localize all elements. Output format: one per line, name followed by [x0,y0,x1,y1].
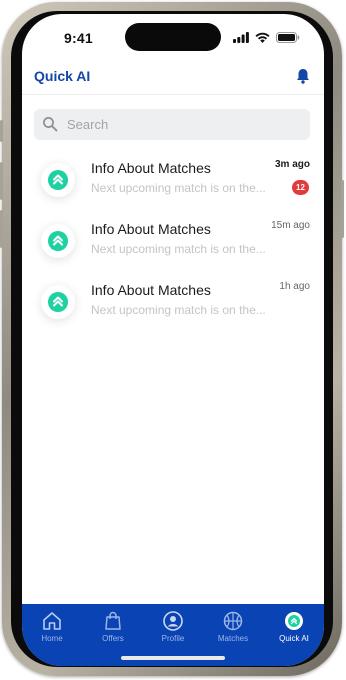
tab-label: Matches [217,634,249,643]
message-list: Info About Matches Next upcoming match i… [22,154,324,337]
volume-up-button [0,162,3,200]
search-icon [43,117,58,132]
message-title: Info About Matches [91,221,211,237]
message-preview: Next upcoming match is on the... [91,242,266,256]
tab-matches[interactable]: Matches [203,610,263,643]
tab-label: Profile [161,634,185,643]
tab-offers[interactable]: Offers [83,610,143,643]
unread-badge: 12 [292,180,309,195]
volume-down-button [0,210,3,248]
tab-profile[interactable]: Profile [143,610,203,643]
action-button [0,120,3,142]
message-time: 3m ago [274,159,310,170]
home-icon [43,612,61,630]
quick-ai-icon [285,612,303,630]
app-header: Quick AI [22,66,324,95]
message-title: Info About Matches [91,160,211,176]
cellular-signal-icon [233,32,249,43]
message-time: 15m ago [271,220,310,231]
tab-label: Home [41,634,63,643]
message-title: Info About Matches [91,282,211,298]
list-item[interactable]: Info About Matches Next upcoming match i… [22,276,324,337]
tab-quick-ai[interactable]: Quick AI [264,610,324,643]
tab-label: Offers [102,634,124,643]
status-time: 9:41 [64,30,93,46]
list-item[interactable]: Info About Matches Next upcoming match i… [22,154,324,215]
shopping-bag-icon [105,611,121,630]
phone-screen: 9:41 Quick AI Info About Matches Next up… [22,14,324,666]
bottom-tab-bar: Home Offers Profile Matches Quick AI [22,604,324,666]
profile-icon [163,611,183,631]
message-preview: Next upcoming match is on the... [91,303,266,317]
home-indicator[interactable] [121,656,225,660]
basketball-icon [223,611,243,631]
battery-icon [276,32,300,43]
message-preview: Next upcoming match is on the... [91,181,266,195]
quick-ai-logo-icon [41,285,75,319]
status-bar: 9:41 [22,30,324,50]
list-item[interactable]: Info About Matches Next upcoming match i… [22,215,324,276]
wifi-icon [255,32,270,43]
message-time: 1h ago [279,281,310,292]
bell-icon[interactable] [296,68,310,84]
quick-ai-logo-icon [41,163,75,197]
tab-label: Quick AI [279,634,309,643]
tab-home[interactable]: Home [22,610,82,643]
search-input[interactable] [67,109,297,140]
quick-ai-logo-icon [41,224,75,258]
page-title: Quick AI [34,68,91,84]
power-button [341,180,344,238]
status-icons [233,32,300,43]
search-bar [34,109,310,140]
